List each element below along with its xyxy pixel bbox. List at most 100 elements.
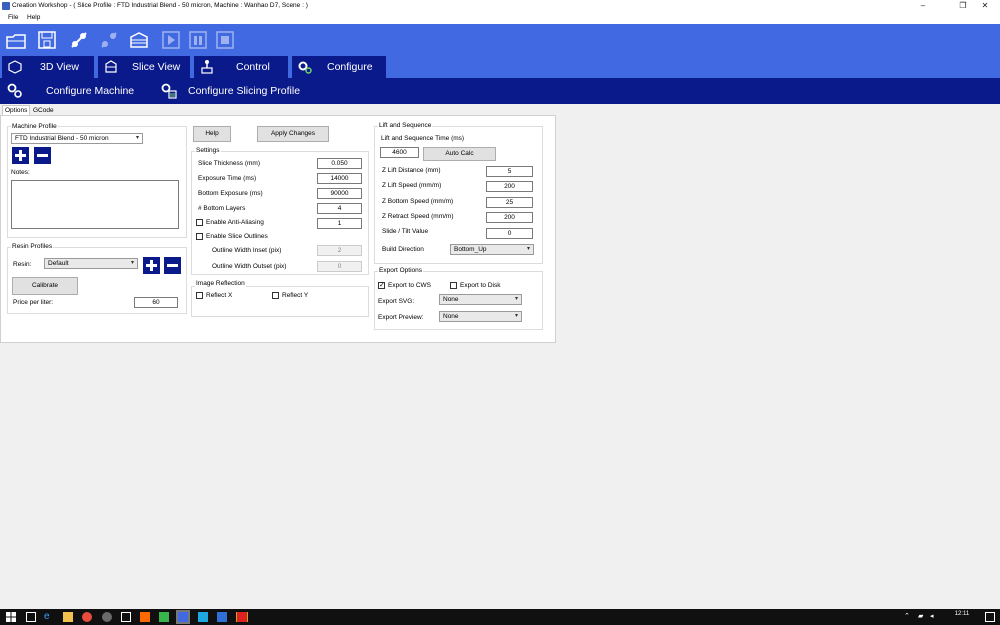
help-button[interactable]: Help: [193, 126, 231, 142]
outline-outset-input[interactable]: 0: [317, 261, 362, 272]
menu-help[interactable]: Help: [27, 14, 40, 21]
app-icon-2[interactable]: [159, 612, 169, 622]
chevron-down-icon: ▾: [514, 296, 518, 302]
slice-thickness-input[interactable]: 0.050: [317, 158, 362, 169]
bottom-exposure-input[interactable]: 90000: [317, 188, 362, 199]
tab-slice-view[interactable]: Slice View: [98, 56, 190, 78]
view-3d-icon: [8, 60, 22, 74]
machine-gear-icon: [7, 83, 22, 98]
bottom-layers-label: # Bottom Layers: [198, 205, 246, 212]
add-machine-profile-button[interactable]: [12, 147, 29, 164]
tab-configure[interactable]: Configure: [292, 56, 386, 78]
pause-icon[interactable]: [187, 29, 209, 51]
notes-textarea[interactable]: [11, 180, 179, 229]
tab-configure-slicing-profile[interactable]: Configure Slicing Profile: [188, 85, 300, 97]
stop-icon[interactable]: [214, 29, 236, 51]
chevron-down-icon: ▾: [135, 135, 139, 141]
auto-calc-button[interactable]: Auto Calc: [423, 147, 496, 161]
price-label: Price per liter:: [13, 299, 54, 306]
connect-icon[interactable]: [68, 29, 90, 51]
mail-icon[interactable]: [121, 612, 131, 622]
close-button[interactable]: ✕: [970, 0, 1000, 12]
filezilla-icon[interactable]: [237, 612, 247, 622]
export-cws-label: Export to CWS: [388, 282, 431, 289]
z-retract-speed-label: Z Retract Speed (mm/m): [382, 213, 454, 220]
build-direction-select[interactable]: Bottom_Up ▾: [450, 244, 534, 255]
price-input[interactable]: 60: [134, 297, 178, 308]
app-icon-4[interactable]: [217, 612, 227, 622]
tray-chevron-icon[interactable]: ⌃: [904, 612, 914, 622]
minimize-button[interactable]: –: [908, 0, 938, 12]
lift-time-input[interactable]: 4600: [380, 147, 419, 158]
notification-icon[interactable]: [985, 612, 995, 622]
export-options-title: Export Options: [378, 267, 423, 274]
tab-3d-view[interactable]: 3D View: [2, 56, 94, 78]
image-reflection-group: [191, 286, 369, 317]
options-panel: Machine Profile FTD Industrial Blend - 5…: [0, 115, 556, 343]
clock[interactable]: 12:11: [950, 611, 974, 617]
resin-profiles-title: Resin Profiles: [11, 243, 54, 250]
apply-changes-button[interactable]: Apply Changes: [257, 126, 329, 142]
configure-icon: [298, 61, 312, 74]
volume-icon[interactable]: ◂: [930, 612, 940, 622]
machine-profile-select[interactable]: FTD Industrial Blend - 50 micron ▾: [11, 133, 143, 144]
slice-icon[interactable]: [128, 29, 150, 51]
config-tabs: Configure Machine Configure Slicing Prof…: [0, 78, 1000, 104]
resin-select[interactable]: Default ▾: [44, 258, 138, 269]
z-bottom-speed-label: Z Bottom Speed (mm/m): [382, 198, 454, 205]
chevron-down-icon: ▾: [130, 260, 134, 266]
chrome-icon[interactable]: [82, 612, 92, 622]
open-icon[interactable]: [5, 29, 27, 51]
tab-configure-machine[interactable]: Configure Machine: [46, 85, 134, 97]
exposure-time-label: Exposure Time (ms): [198, 175, 257, 182]
file-explorer-icon[interactable]: [63, 612, 73, 622]
disconnect-icon[interactable]: [98, 29, 120, 51]
z-retract-speed-input[interactable]: 200: [486, 212, 533, 223]
remove-machine-profile-button[interactable]: [34, 147, 51, 164]
export-svg-select[interactable]: None ▾: [439, 294, 522, 305]
settings-title: Settings: [195, 147, 221, 154]
anti-aliasing-input[interactable]: 1: [317, 218, 362, 229]
slicing-profile-icon: [161, 83, 177, 99]
start-icon[interactable]: [6, 612, 16, 622]
export-cws-checkbox[interactable]: [378, 281, 385, 289]
edge-icon[interactable]: e: [44, 612, 54, 622]
creation-workshop-taskbar-icon[interactable]: [176, 610, 190, 624]
app-icon-3[interactable]: [198, 612, 208, 622]
anti-aliasing-label: Enable Anti-Aliasing: [206, 219, 264, 226]
z-lift-speed-input[interactable]: 200: [486, 181, 533, 192]
reflect-x-checkbox[interactable]: [196, 292, 203, 299]
tab-control[interactable]: Control: [194, 56, 288, 78]
main-tabs: 3D View Slice View Control Configure: [0, 56, 1000, 78]
slide-tilt-input[interactable]: 0: [486, 228, 533, 239]
chevron-down-icon: ▾: [526, 246, 530, 252]
anti-aliasing-checkbox[interactable]: [196, 219, 203, 226]
export-preview-select[interactable]: None ▾: [439, 311, 522, 322]
menu-file[interactable]: File: [8, 14, 18, 21]
save-icon[interactable]: [36, 29, 58, 51]
bottom-layers-input[interactable]: 4: [317, 203, 362, 214]
play-icon[interactable]: [160, 29, 182, 51]
calibrate-button[interactable]: Calibrate: [12, 277, 78, 295]
outline-inset-input[interactable]: 2: [317, 245, 362, 256]
z-lift-distance-label: Z Lift Distance (mm): [382, 167, 441, 174]
build-direction-label: Build Direction: [382, 246, 424, 253]
chevron-down-icon: ▾: [514, 313, 518, 319]
remove-resin-button[interactable]: [164, 257, 181, 274]
title-bar: Creation Workshop - ( Slice Profile : FT…: [0, 0, 1000, 12]
task-view-icon[interactable]: [26, 612, 36, 622]
toolbar: [0, 24, 1000, 56]
app-icon-1[interactable]: [140, 612, 150, 622]
export-disk-checkbox[interactable]: [450, 282, 457, 289]
slice-outlines-checkbox[interactable]: [196, 233, 203, 240]
exposure-time-input[interactable]: 14000: [317, 173, 362, 184]
add-resin-button[interactable]: [143, 257, 160, 274]
menu-bar: File Help: [0, 12, 1000, 24]
browser-icon[interactable]: [102, 612, 112, 622]
z-bottom-speed-input[interactable]: 25: [486, 197, 533, 208]
control-icon: [201, 60, 213, 74]
reflect-y-checkbox[interactable]: [272, 292, 279, 299]
z-lift-distance-input[interactable]: 5: [486, 166, 533, 177]
slice-view-icon: [105, 60, 117, 73]
network-icon[interactable]: ▰: [918, 612, 928, 622]
